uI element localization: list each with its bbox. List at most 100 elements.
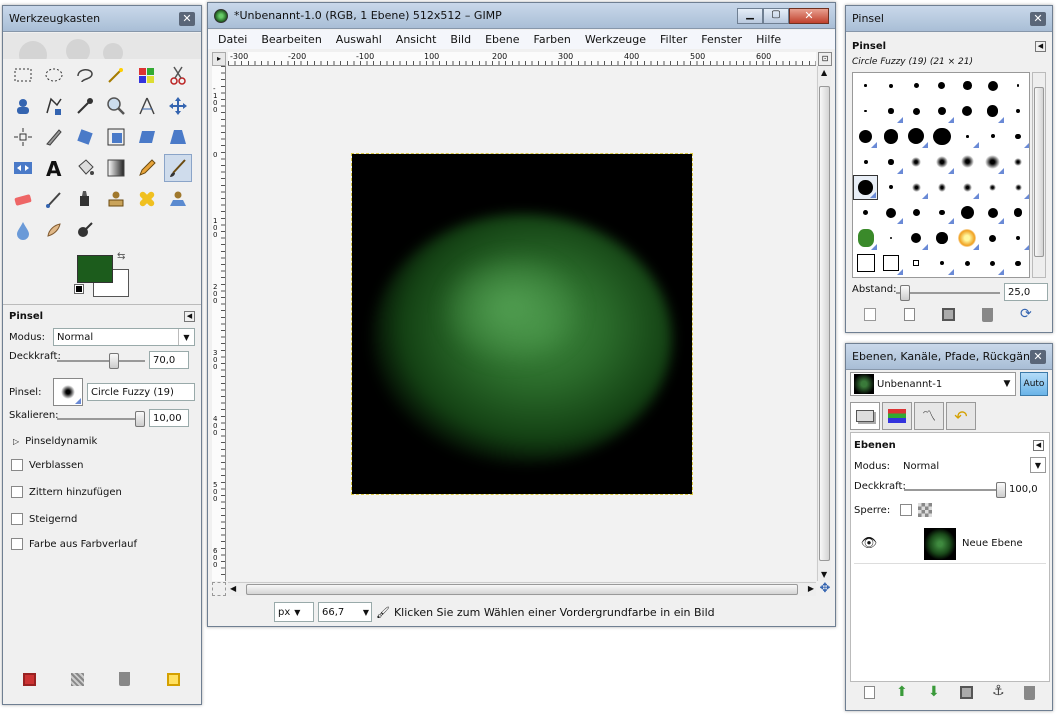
- layer-opacity-slider-track[interactable]: [904, 482, 1006, 498]
- brush-preset[interactable]: [980, 149, 1005, 174]
- default-colors-icon[interactable]: [74, 284, 84, 294]
- menu-ebene[interactable]: Ebene: [485, 33, 519, 46]
- opacity-slider-handle[interactable]: [109, 353, 119, 369]
- brush-preset[interactable]: [878, 200, 903, 225]
- brush-preset[interactable]: [1005, 200, 1029, 225]
- quick-mask-corner[interactable]: ▸: [212, 52, 226, 66]
- blend-tool[interactable]: [102, 154, 130, 182]
- swap-colors-icon[interactable]: ⇆: [117, 251, 125, 262]
- brush-preset[interactable]: [853, 73, 878, 98]
- scroll-down-icon[interactable]: ▼: [821, 570, 827, 579]
- canvas-area[interactable]: [228, 66, 816, 581]
- layer-name[interactable]: Neue Ebene: [962, 538, 1023, 549]
- brush-preset[interactable]: [878, 225, 903, 250]
- layers-menu-icon[interactable]: ◀: [1033, 440, 1044, 451]
- navigate-toggle-icon[interactable]: [212, 582, 226, 596]
- incremental-checkbox[interactable]: [11, 513, 23, 525]
- brush-preset[interactable]: [853, 174, 879, 200]
- align-tool[interactable]: [9, 123, 37, 151]
- scroll-left-icon[interactable]: ◀: [230, 584, 236, 593]
- tab-paths[interactable]: 〽: [914, 402, 944, 430]
- brush-preset[interactable]: [929, 124, 954, 149]
- close-icon[interactable]: ✕: [179, 11, 195, 26]
- jitter-checkbox-row[interactable]: Zittern hinzufügen: [11, 486, 122, 498]
- brush-preset[interactable]: [904, 200, 929, 225]
- menu-bearbeiten[interactable]: Bearbeiten: [261, 33, 321, 46]
- lasso-tool[interactable]: [71, 61, 99, 89]
- color-area[interactable]: ⇆: [73, 251, 133, 301]
- brush-preset[interactable]: [853, 200, 878, 225]
- fade-checkbox[interactable]: [11, 459, 23, 471]
- brush-preset[interactable]: [878, 98, 903, 123]
- brush-preset[interactable]: [955, 175, 980, 200]
- brush-preset[interactable]: [1005, 225, 1029, 250]
- brush-preset[interactable]: [904, 149, 929, 174]
- anchor-icon[interactable]: ⚓: [992, 684, 1008, 700]
- new-brush-icon[interactable]: [904, 308, 915, 321]
- menu-farben[interactable]: Farben: [534, 33, 571, 46]
- trash-icon[interactable]: [982, 308, 993, 322]
- scale-tool[interactable]: [102, 123, 130, 151]
- brush-preset[interactable]: [980, 98, 1005, 123]
- chevron-down-icon[interactable]: ▼: [1030, 457, 1046, 473]
- rotate-tool[interactable]: [71, 123, 99, 151]
- horizontal-ruler[interactable]: -300 -200 -100 0 100 200 300 400 500 600: [228, 52, 816, 66]
- brushes-titlebar[interactable]: Pinsel ✕: [846, 6, 1052, 32]
- paths-tool[interactable]: [40, 92, 68, 120]
- menu-ansicht[interactable]: Ansicht: [396, 33, 437, 46]
- brush-preset[interactable]: [929, 98, 954, 123]
- ink-tool[interactable]: [71, 185, 99, 213]
- scale-slider-handle[interactable]: [135, 411, 145, 427]
- rect-select-tool[interactable]: [9, 61, 37, 89]
- brush-preset[interactable]: [1005, 98, 1029, 123]
- navigate-icon[interactable]: ✥: [818, 582, 832, 596]
- minimize-button[interactable]: ▁: [737, 7, 763, 24]
- zoom-tool[interactable]: [102, 92, 130, 120]
- perspective-tool[interactable]: [164, 123, 192, 151]
- brush-preset[interactable]: [980, 175, 1005, 200]
- brush-preset[interactable]: [1005, 73, 1029, 98]
- brush-preset[interactable]: [980, 251, 1005, 276]
- spacing-spinbox[interactable]: 25,0: [1004, 283, 1048, 301]
- select-by-color-tool[interactable]: [133, 61, 161, 89]
- brush-preset[interactable]: [955, 200, 980, 225]
- brush-preset[interactable]: [955, 73, 980, 98]
- chevron-down-icon[interactable]: ▼: [999, 379, 1015, 389]
- chevron-down-icon[interactable]: ▼: [178, 329, 194, 345]
- close-icon[interactable]: ✕: [1030, 11, 1046, 26]
- measure-tool[interactable]: [133, 92, 161, 120]
- color-picker-tool[interactable]: [71, 92, 99, 120]
- brush-preset[interactable]: [980, 73, 1005, 98]
- airbrush-tool[interactable]: [40, 185, 68, 213]
- brush-preset[interactable]: [929, 251, 954, 276]
- vertical-scrollbar[interactable]: ▲ ▼: [817, 66, 831, 581]
- brush-preset[interactable]: [955, 124, 980, 149]
- opacity-spinbox[interactable]: 70,0: [149, 351, 189, 369]
- brush-preset[interactable]: [980, 200, 1005, 225]
- trash-icon[interactable]: [1024, 686, 1035, 700]
- brush-preset[interactable]: [929, 175, 954, 200]
- vertical-ruler[interactable]: -100 0 100 200 300 400 500 600: [212, 66, 226, 581]
- brush-dynamics-expander[interactable]: ▷ Pinseldynamik: [13, 436, 97, 447]
- layer-row[interactable]: 👁 Neue Ebene: [854, 524, 1046, 564]
- text-tool[interactable]: A: [40, 154, 68, 182]
- brush-preset[interactable]: [853, 124, 878, 149]
- brushes-menu-icon[interactable]: ◀: [1035, 41, 1046, 52]
- brush-preset[interactable]: [904, 175, 929, 200]
- refresh-icon[interactable]: ⟳: [1020, 307, 1036, 323]
- incremental-checkbox-row[interactable]: Steigernd: [11, 513, 77, 525]
- gradient-color-checkbox[interactable]: [11, 538, 23, 550]
- reset-options-icon[interactable]: [167, 673, 180, 686]
- chevron-down-icon[interactable]: ▼: [363, 608, 369, 617]
- jitter-checkbox[interactable]: [11, 486, 23, 498]
- bucket-fill-tool[interactable]: [71, 154, 99, 182]
- spacing-slider-track[interactable]: [896, 285, 1000, 301]
- brush-preset[interactable]: [955, 225, 980, 250]
- mode-combo[interactable]: Normal ▼: [53, 328, 195, 346]
- layers-titlebar[interactable]: Ebenen, Kanäle, Pfade, Rückgän... ✕: [846, 344, 1052, 370]
- spacing-slider-handle[interactable]: [900, 285, 910, 301]
- menu-fenster[interactable]: Fenster: [701, 33, 742, 46]
- close-icon[interactable]: ✕: [1030, 349, 1046, 364]
- eye-icon[interactable]: 👁: [854, 536, 884, 551]
- crop-tool[interactable]: [40, 123, 68, 151]
